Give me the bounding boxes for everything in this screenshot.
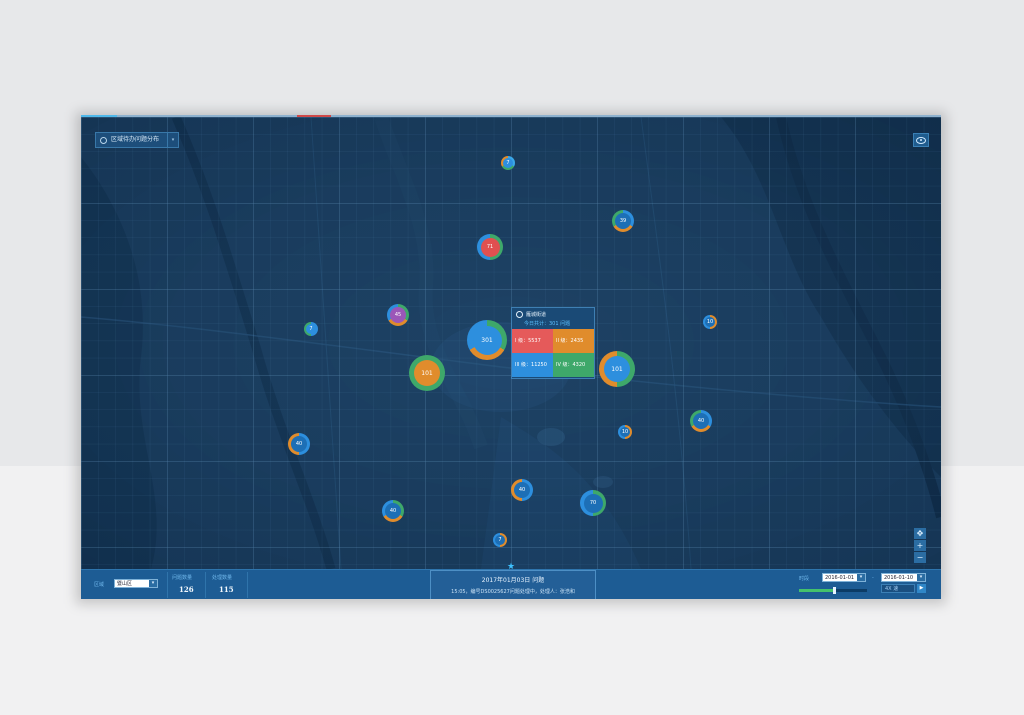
- cluster-count: 40: [385, 503, 401, 519]
- popup-level-cell: II 级：2435: [553, 329, 594, 353]
- popup-level-cell: III 级：11250: [512, 353, 553, 377]
- timeline-progress: [799, 589, 835, 592]
- cluster-count: 39: [615, 213, 631, 229]
- map-screen: 区域待办问题分布 ▾ 7 39 71 45 7 10 301 101 101 40 10 40 40 40…: [81, 115, 941, 599]
- speed-select[interactable]: 4X 速: [881, 584, 915, 593]
- cluster-count: 45: [390, 307, 406, 323]
- chevron-down-icon: ▾: [917, 574, 925, 581]
- play-button[interactable]: ▶: [917, 584, 926, 593]
- chevron-down-icon: ▾: [857, 574, 865, 581]
- cluster-count: 10: [620, 427, 630, 437]
- cluster-count: 301: [472, 325, 502, 355]
- issue-count-value: 126: [179, 585, 194, 594]
- region-issue-dropdown[interactable]: 区域待办问题分布 ▾: [95, 132, 179, 148]
- region-label: 区域: [94, 582, 105, 588]
- cluster-marker[interactable]: 40: [511, 479, 533, 501]
- cluster-count: 10: [705, 317, 715, 327]
- cluster-count: 101: [604, 356, 630, 382]
- play-icon: ▶: [919, 585, 924, 591]
- bottom-bar: 区域 暨山区 ▾ 问题数量 126 处理数量 115 2017年01月03日 问…: [81, 569, 941, 599]
- handled-count-label: 处理数量: [212, 575, 233, 581]
- cluster-count: 40: [514, 482, 530, 498]
- cluster-count: 70: [583, 493, 603, 513]
- info-circle-icon: [516, 311, 523, 318]
- cluster-count: 101: [414, 360, 440, 386]
- cluster-marker[interactable]: 40: [690, 410, 712, 432]
- region-value: 暨山区: [117, 581, 133, 587]
- cluster-marker[interactable]: 10: [618, 425, 632, 439]
- divider: [167, 572, 168, 598]
- cluster-marker[interactable]: 101: [599, 351, 635, 387]
- panel-title: 区域待办问题分布: [111, 136, 160, 143]
- cluster-marker[interactable]: 7: [493, 533, 507, 547]
- divider: [247, 572, 248, 598]
- cluster-marker[interactable]: 70: [580, 490, 606, 516]
- cluster-marker[interactable]: 7: [304, 322, 318, 336]
- popup-title: 雁城街道: [526, 312, 547, 318]
- cluster-marker[interactable]: 10: [703, 315, 717, 329]
- cluster-marker[interactable]: 101: [409, 355, 445, 391]
- popup-level-cell: I 级：5537: [512, 329, 553, 353]
- issue-count-label: 问题数量: [172, 575, 193, 581]
- popup-level-cell: IV 级：4320: [553, 353, 594, 377]
- date-from-input[interactable]: 2016-01-01 ▾: [822, 573, 866, 582]
- timeline-knob[interactable]: [833, 587, 837, 594]
- cluster-count: 40: [291, 436, 307, 452]
- date-from-value: 2016-01-01: [825, 575, 855, 581]
- pan-button[interactable]: ✥: [914, 528, 926, 539]
- cluster-count: 7: [503, 158, 513, 168]
- cluster-marker[interactable]: 301: [467, 320, 507, 360]
- cluster-marker[interactable]: 40: [382, 500, 404, 522]
- cluster-marker[interactable]: 45: [387, 304, 409, 326]
- cluster-count: 7: [495, 535, 505, 545]
- event-info: 15:05，编号DS0025627问题处理中，处理人：张浩和: [451, 589, 575, 595]
- speed-value: 4X 速: [885, 586, 899, 592]
- timeline-slider[interactable]: [799, 587, 867, 594]
- chevron-down-icon: ▾: [149, 580, 157, 587]
- cluster-marker[interactable]: 39: [612, 210, 634, 232]
- district-popup: 雁城街道 今日共计：301 问题 I 级：5537 II 级：2435 III 级：…: [511, 307, 595, 379]
- event-panel: 2017年01月03日 问题 15:05，编号DS0025627问题处理中，处理…: [430, 570, 596, 599]
- zoom-in-button[interactable]: +: [914, 540, 926, 551]
- cluster-count: 71: [480, 237, 500, 257]
- date-to-value: 2016-01-10: [884, 575, 914, 581]
- event-date: 2017年01月03日 问题: [481, 577, 545, 584]
- popup-header: 雁城街道 今日共计：301 问题: [512, 308, 594, 329]
- chevron-down-icon: ▾: [167, 133, 178, 147]
- map-controls: ✥ + −: [914, 528, 926, 564]
- popup-subtitle: 今日共计：301 问题: [524, 321, 571, 327]
- cluster-marker[interactable]: 40: [288, 433, 310, 455]
- cluster-count: 7: [306, 324, 316, 334]
- location-pin-icon: [100, 136, 107, 144]
- region-select[interactable]: 暨山区 ▾: [114, 579, 158, 588]
- date-separator: -: [872, 575, 874, 581]
- time-range-label: 时段: [799, 576, 810, 582]
- handled-count-value: 115: [219, 585, 234, 594]
- zoom-out-button[interactable]: −: [914, 552, 926, 563]
- date-to-input[interactable]: 2016-01-10 ▾: [881, 573, 926, 582]
- eye-icon: [916, 136, 926, 144]
- cluster-marker[interactable]: 71: [477, 234, 503, 260]
- cluster-marker[interactable]: 7: [501, 156, 515, 170]
- divider: [205, 572, 206, 598]
- eye-toggle-button[interactable]: [913, 133, 929, 147]
- cluster-count: 40: [693, 413, 709, 429]
